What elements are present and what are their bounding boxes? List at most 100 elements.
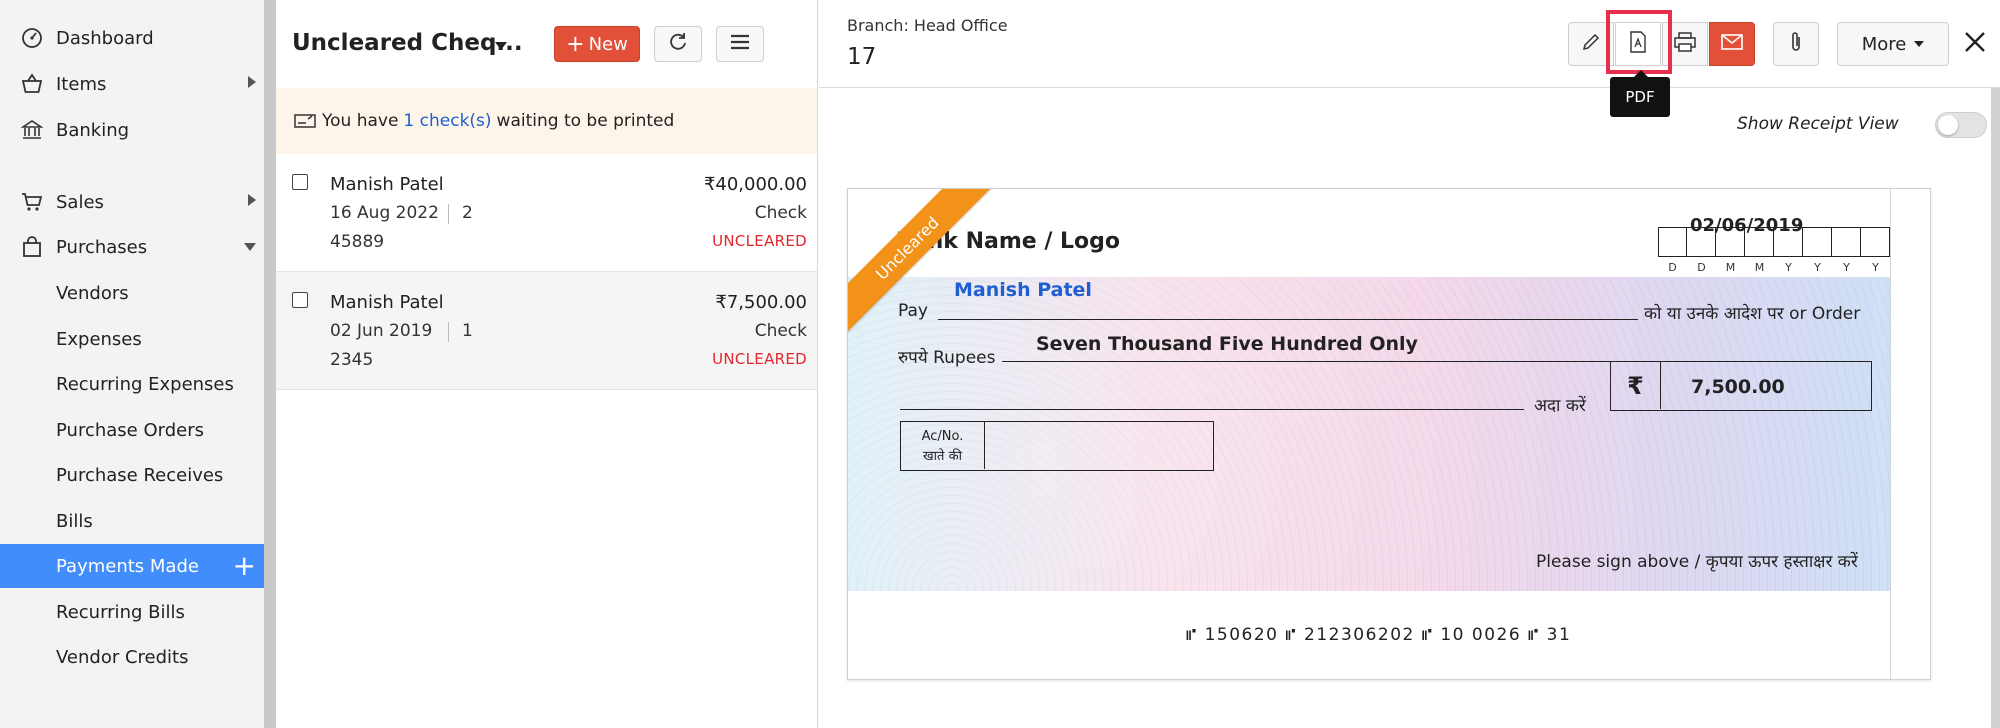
chevron-down-icon bbox=[244, 243, 256, 251]
sidebar-subitem-vendors[interactable]: Vendors bbox=[0, 271, 264, 315]
envelope-icon bbox=[1721, 34, 1743, 54]
refresh-button[interactable] bbox=[654, 26, 702, 62]
list-pane: Uncleared Cheq... + New You have 1 check… bbox=[276, 0, 818, 728]
receipt-view-label: Show Receipt View bbox=[1737, 114, 1899, 134]
payment-number: 17 bbox=[847, 44, 877, 70]
list-menu-button[interactable] bbox=[716, 26, 764, 62]
hamburger-icon bbox=[729, 33, 751, 55]
basket-icon bbox=[18, 70, 46, 98]
more-button-label: More bbox=[1861, 33, 1907, 55]
sidebar-item-label: Banking bbox=[56, 119, 130, 141]
sidebar: Dashboard Items Banking Sales Purchases … bbox=[0, 0, 268, 728]
close-button[interactable] bbox=[1959, 28, 1991, 60]
rupees-label: रुपये Rupees bbox=[898, 348, 996, 368]
row-checkbox[interactable] bbox=[292, 174, 308, 190]
sidebar-item-label: Purchases bbox=[56, 236, 148, 258]
payment-mode: Check bbox=[754, 321, 807, 341]
chevron-down-icon[interactable] bbox=[495, 42, 507, 50]
sidebar-subitem-recurring-bills[interactable]: Recurring Bills bbox=[0, 590, 264, 634]
dashboard-icon bbox=[18, 24, 46, 52]
printer-icon bbox=[1674, 32, 1696, 56]
new-button-label: New bbox=[588, 33, 628, 55]
reference-number: 45889 bbox=[330, 232, 385, 252]
banner-text: You have bbox=[322, 111, 399, 131]
sidebar-subitem-recurring-expenses[interactable]: Recurring Expenses bbox=[0, 362, 264, 406]
check-print-icon bbox=[294, 112, 316, 130]
sidebar-item-label: Sales bbox=[56, 191, 104, 213]
rupee-icon: ₹ bbox=[1611, 362, 1661, 409]
order-label: को या उनके आदेश पर or Order bbox=[1644, 304, 1861, 324]
account-number-box: Ac/No. खाते की bbox=[900, 421, 1214, 471]
sidebar-subitem-bills[interactable]: Bills bbox=[0, 499, 264, 543]
plus-icon: + bbox=[566, 31, 585, 57]
bag-icon bbox=[18, 233, 46, 261]
amount-words-line-2 bbox=[900, 409, 1524, 410]
chevron-right-icon bbox=[248, 194, 256, 206]
sidebar-item-sales[interactable]: Sales bbox=[0, 180, 264, 224]
checks-waiting-link[interactable]: 1 check(s) bbox=[403, 111, 491, 131]
vendor-name: Manish Patel bbox=[330, 174, 444, 195]
status-badge: UNCLEARED bbox=[712, 350, 807, 368]
table-row[interactable]: Manish Patel 16 Aug 2022 2 45889 ₹40,000… bbox=[276, 154, 817, 272]
sidebar-subitem-label: Recurring Expenses bbox=[56, 373, 234, 395]
toggle-knob bbox=[1938, 115, 1958, 135]
sidebar-item-dashboard[interactable]: Dashboard bbox=[0, 16, 264, 60]
detail-scrollbar[interactable] bbox=[1991, 88, 2000, 728]
pay-label: Pay bbox=[898, 301, 928, 321]
sidebar-subitem-expenses[interactable]: Expenses bbox=[0, 317, 264, 361]
sidebar-item-banking[interactable]: Banking bbox=[0, 108, 264, 152]
sidebar-subitem-label: Vendors bbox=[56, 282, 129, 304]
row-checkbox[interactable] bbox=[292, 292, 308, 308]
sidebar-subitem-vendor-credits[interactable]: Vendor Credits bbox=[0, 635, 264, 679]
sidebar-subitem-label: Purchase Receives bbox=[56, 464, 224, 486]
divider bbox=[1890, 189, 1891, 679]
sidebar-item-label: Dashboard bbox=[56, 27, 154, 49]
print-check-banner: You have 1 check(s) waiting to be printe… bbox=[276, 88, 817, 154]
add-payment-icon[interactable]: + bbox=[233, 552, 256, 580]
email-button[interactable] bbox=[1709, 22, 1755, 66]
cheque-preview: Bank Name / Logo Uncleared 02/06/2019 DD… bbox=[847, 188, 1931, 680]
sidebar-subitem-purchase-receives[interactable]: Purchase Receives bbox=[0, 453, 264, 497]
branch-label: Branch: Head Office bbox=[847, 16, 1008, 35]
payment-amount: ₹40,000.00 bbox=[703, 174, 807, 195]
amount-in-words: Seven Thousand Five Hundred Only bbox=[1036, 333, 1418, 355]
attachment-button[interactable] bbox=[1773, 22, 1819, 66]
list-view-title[interactable]: Uncleared Cheq... bbox=[292, 30, 523, 56]
pdf-tooltip: PDF bbox=[1610, 70, 1670, 117]
sidebar-subitem-payments-made[interactable]: Payments Made + bbox=[0, 544, 264, 588]
account-number-label: Ac/No. खाते की bbox=[901, 422, 985, 469]
amount-box: ₹ 7,500.00 bbox=[1610, 361, 1872, 411]
paperclip-icon bbox=[1789, 31, 1803, 57]
date-format-letters: DD MM YY YY bbox=[1668, 261, 1879, 274]
signature-instruction: Please sign above / कृपया ऊपर हस्ताक्षर … bbox=[1536, 552, 1858, 572]
banner-text: waiting to be printed bbox=[496, 111, 675, 131]
amount-figure: 7,500.00 bbox=[1691, 376, 1785, 398]
chevron-right-icon bbox=[248, 76, 256, 88]
close-icon bbox=[1964, 31, 1986, 57]
cheque-date: 02/06/2019 bbox=[1690, 215, 1804, 236]
reference-number: 2345 bbox=[330, 350, 374, 370]
vendor-name: Manish Patel bbox=[330, 292, 444, 313]
sidebar-scrollbar[interactable] bbox=[264, 0, 276, 728]
sidebar-subitem-label: Payments Made bbox=[56, 555, 199, 577]
micr-code: ⑈ 150620 ⑈ 212306202 ⑈ 10 0026 ⑈ 31 bbox=[1186, 625, 1572, 645]
divider bbox=[448, 322, 449, 342]
table-row[interactable]: Manish Patel 02 Jun 2019 1 2345 ₹7,500.0… bbox=[276, 272, 817, 390]
sidebar-subitem-label: Vendor Credits bbox=[56, 646, 189, 668]
payment-count: 2 bbox=[462, 203, 473, 223]
sidebar-subitem-purchase-orders[interactable]: Purchase Orders bbox=[0, 408, 264, 452]
cart-icon bbox=[18, 188, 46, 216]
bank-icon bbox=[18, 116, 46, 144]
payee-line bbox=[938, 319, 1638, 320]
payment-mode: Check bbox=[754, 203, 807, 223]
payment-date: 16 Aug 2022 bbox=[330, 203, 439, 223]
chevron-down-icon bbox=[1914, 41, 1925, 47]
new-button[interactable]: + New bbox=[554, 26, 640, 62]
sidebar-item-items[interactable]: Items bbox=[0, 62, 264, 106]
sidebar-item-label: Items bbox=[56, 73, 107, 95]
more-button[interactable]: More bbox=[1837, 22, 1949, 66]
divider bbox=[448, 204, 449, 224]
sidebar-item-purchases[interactable]: Purchases bbox=[0, 225, 264, 269]
sidebar-subitem-label: Expenses bbox=[56, 328, 142, 350]
receipt-view-toggle[interactable] bbox=[1935, 112, 1987, 138]
